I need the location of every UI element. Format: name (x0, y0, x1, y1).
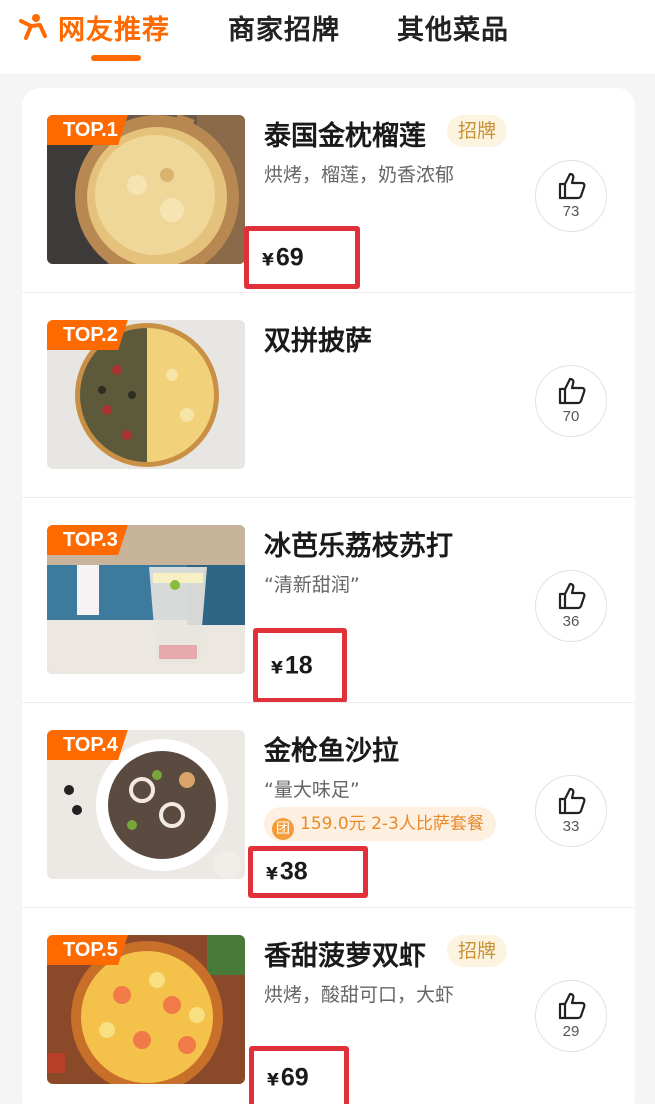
like-button[interactable]: 70 (535, 365, 607, 437)
dish-item[interactable]: TOP.5 香甜菠萝双虾 招牌 烘烤，酸甜可口，大虾 ¥69 29 (22, 907, 635, 1104)
like-count: 29 (562, 1023, 580, 1040)
rank-badge: TOP.4 (47, 730, 128, 760)
thumbs-up-icon (558, 787, 586, 815)
dish-description: 烘烤，榴莲，奶香浓郁 (264, 164, 455, 186)
price-highlight-box: ¥18 (253, 628, 347, 703)
rank-badge: TOP.5 (47, 935, 128, 965)
dish-description: 烘烤，酸甜可口，大虾 (264, 984, 455, 1006)
thumbs-up-icon (558, 582, 586, 610)
active-tab-indicator (91, 55, 141, 61)
rank-badge: TOP.3 (47, 525, 128, 555)
price-highlight-box: ¥69 (249, 1046, 349, 1104)
tab-signature-dishes[interactable]: 商家招牌 (228, 8, 340, 47)
dish-item[interactable]: TOP.1 泰国金枕榴莲 招牌 烘烤，榴莲，奶香浓郁 ¥69 73 (22, 88, 635, 293)
promo-text: 159.0元 2-3人比萨套餐 (300, 814, 484, 834)
thumbs-up-icon (558, 377, 586, 405)
dish-price: ¥69 (267, 1063, 309, 1092)
dish-name: 金枪鱼沙拉 (264, 736, 399, 767)
dish-image[interactable]: TOP.4 (47, 730, 245, 879)
like-button[interactable]: 36 (535, 570, 607, 642)
dish-name: 香甜菠萝双虾 (264, 941, 426, 972)
like-count: 33 (562, 818, 580, 835)
dish-description: “量大味足” (264, 779, 360, 801)
dish-item[interactable]: TOP.4 金枪鱼沙拉 “量大味足” 团 159.0元 2-3人比萨套餐 ¥38 … (22, 702, 635, 908)
thumbs-up-icon (558, 992, 586, 1020)
dish-price: ¥69 (262, 243, 304, 271)
tab-user-recommended[interactable]: 网友推荐 (58, 8, 170, 47)
thumbs-up-icon (558, 172, 586, 200)
like-button[interactable]: 29 (535, 980, 607, 1052)
price-highlight-box: ¥69 (244, 226, 360, 289)
like-count: 70 (562, 408, 580, 425)
group-buy-promo[interactable]: 团 159.0元 2-3人比萨套餐 (264, 807, 496, 841)
signature-badge: 招牌 (447, 115, 508, 147)
like-count: 36 (562, 613, 580, 630)
category-tab-bar: 网友推荐 商家招牌 其他菜品 (0, 0, 655, 74)
price-highlight-box: ¥38 (248, 846, 368, 898)
dish-price: ¥38 (266, 857, 308, 886)
rank-badge: TOP.1 (47, 115, 128, 145)
dish-image[interactable]: TOP.1 (47, 115, 245, 264)
dish-image[interactable]: TOP.5 (47, 935, 245, 1084)
rank-badge: TOP.2 (47, 320, 128, 350)
signature-badge: 招牌 (447, 935, 508, 967)
group-buy-icon: 团 (272, 818, 294, 840)
like-button[interactable]: 73 (535, 160, 607, 232)
dish-name: 双拼披萨 (264, 326, 372, 357)
dish-image[interactable]: TOP.2 (47, 320, 245, 469)
like-button[interactable]: 33 (535, 775, 607, 847)
dish-name: 冰芭乐荔枝苏打 (264, 531, 453, 562)
dish-ranking-list: TOP.1 泰国金枕榴莲 招牌 烘烤，榴莲，奶香浓郁 ¥69 73 TOP.2 … (22, 88, 635, 1104)
dish-description: “清新甜润” (264, 574, 360, 596)
dish-name: 泰国金枕榴莲 (264, 121, 426, 152)
person-cheer-icon (19, 14, 47, 40)
tab-other-dishes[interactable]: 其他菜品 (397, 8, 509, 47)
dish-price: ¥18 (271, 651, 313, 679)
like-count: 73 (562, 203, 580, 220)
dish-image[interactable]: TOP.3 (47, 525, 245, 674)
dish-item[interactable]: TOP.3 冰芭乐荔枝苏打 “清新甜润” ¥18 36 (22, 497, 635, 703)
dish-item[interactable]: TOP.2 双拼披萨 70 (22, 292, 635, 498)
